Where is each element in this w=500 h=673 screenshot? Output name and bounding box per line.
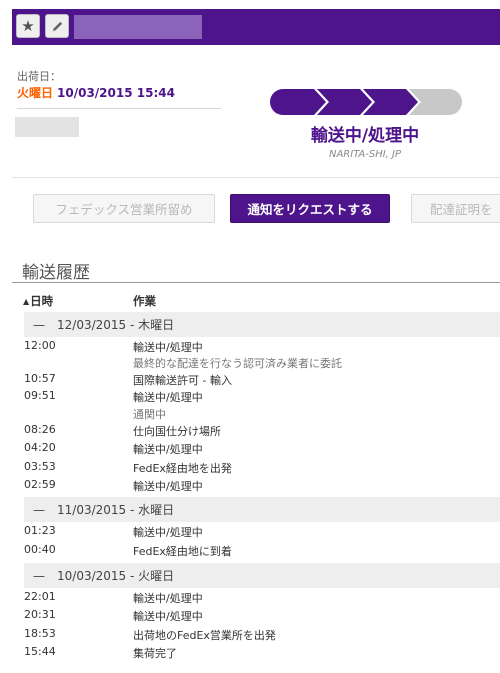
event-activity: 輸送中/処理中 — [133, 391, 203, 404]
event-time: 08:26 — [24, 423, 56, 436]
event-time: 22:01 — [24, 590, 56, 603]
column-datetime-label: 日時 — [30, 294, 54, 308]
ship-datetime: 10/03/2015 15:44 — [57, 86, 175, 100]
event-time: 02:59 — [24, 478, 56, 491]
column-header-activity: 作業 — [133, 294, 156, 308]
day-group-header[interactable]: — 11/03/2015 - 水曜日 — [24, 497, 500, 522]
history-divider — [12, 282, 500, 283]
event-activity: 輸送中/処理中 — [133, 592, 203, 605]
event-time: 18:53 — [24, 627, 56, 640]
day-group-header[interactable]: — 10/03/2015 - 火曜日 — [24, 563, 500, 588]
event-time: 10:57 — [24, 372, 56, 385]
star-icon[interactable]: ★ — [16, 14, 40, 38]
request-notification-button[interactable]: 通知をリクエストする — [230, 194, 390, 223]
redacted-field — [15, 117, 79, 137]
event-time: 15:44 — [24, 645, 56, 658]
event-time: 20:31 — [24, 608, 56, 621]
history-title: 輸送履歴 — [22, 263, 90, 283]
event-activity: FedEx経由地に到着 — [133, 545, 232, 558]
status-location: NARITA-SHI, JP — [328, 149, 401, 160]
event-activity: FedEx経由地を出発 — [133, 462, 232, 475]
event-activity: 仕向国仕分け場所 — [133, 425, 221, 438]
tracking-number-field[interactable] — [74, 15, 202, 39]
progress-bar — [270, 89, 462, 115]
column-header-datetime[interactable]: ▲日時 — [23, 293, 53, 309]
progress-step-1 — [270, 89, 326, 115]
event-time: 01:23 — [24, 524, 56, 537]
event-detail: 通関中 — [133, 408, 166, 421]
pencil-icon[interactable] — [45, 14, 69, 38]
top-bar: ★ — [12, 9, 500, 45]
ship-day: 火曜日 — [17, 86, 54, 100]
event-activity: 輸送中/処理中 — [133, 526, 203, 539]
event-activity: 輸送中/処理中 — [133, 480, 203, 493]
day-group-header[interactable]: — 12/03/2015 - 木曜日 — [24, 312, 500, 337]
summary-divider — [17, 108, 221, 109]
event-activity: 出荷地のFedEx営業所を出発 — [133, 629, 276, 642]
event-time: 03:53 — [24, 460, 56, 473]
event-detail: 最終的な配達を行なう認可済み業者に委託 — [133, 357, 342, 370]
event-activity: 輸送中/処理中 — [133, 610, 203, 623]
event-time: 12:00 — [24, 339, 56, 352]
event-time: 04:20 — [24, 441, 56, 454]
shipment-summary: 出荷日： 火曜日 10/03/2015 15:44 輸送中/処理中 NARITA-… — [12, 45, 500, 178]
event-time: 00:40 — [24, 543, 56, 556]
sort-up-icon: ▲ — [23, 297, 30, 306]
ship-date: 火曜日 10/03/2015 15:44 — [17, 84, 175, 101]
status-title: 輸送中/処理中 — [310, 126, 420, 146]
event-activity: 国際輸送許可 - 輸入 — [133, 374, 232, 387]
event-time: 09:51 — [24, 389, 56, 402]
event-activity: 輸送中/処理中 — [133, 443, 203, 456]
event-activity: 集荷完了 — [133, 647, 177, 660]
ship-date-label: 出荷日： — [17, 70, 61, 83]
hold-at-location-button[interactable]: フェデックス営業所留め — [33, 194, 215, 223]
proof-of-delivery-button[interactable]: 配達証明を — [411, 194, 500, 223]
event-activity: 輸送中/処理中 — [133, 341, 203, 354]
